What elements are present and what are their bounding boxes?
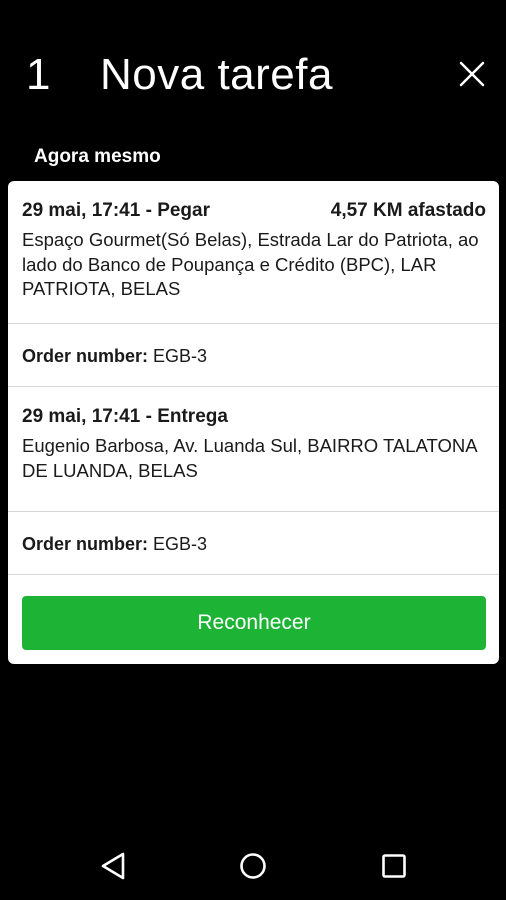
pickup-distance: 4,57 KM afastado	[330, 200, 486, 221]
order-number-label: Order number:	[22, 346, 149, 366]
order-number-value: EGB-3	[153, 534, 208, 554]
dropoff-section[interactable]: 29 mai, 17:41 - Entrega Eugenio Barbosa,…	[8, 387, 499, 512]
time-subtitle: Agora mesmo	[34, 146, 161, 167]
dropoff-order-row: Order number: EGB-3	[8, 512, 499, 575]
recent-apps-square-icon[interactable]	[374, 848, 414, 884]
dropoff-time: 29 mai, 17:41 - Entrega	[22, 406, 228, 427]
task-count: 1	[26, 50, 51, 99]
dropoff-header: 29 mai, 17:41 - Entrega	[22, 405, 486, 429]
task-header: 1 Nova tarefa	[0, 0, 506, 140]
pickup-time: 29 mai, 17:41 - Pegar	[22, 200, 210, 221]
close-icon[interactable]	[458, 60, 486, 88]
pickup-header: 29 mai, 17:41 - Pegar 4,57 KM afastado	[22, 199, 486, 223]
back-triangle-icon[interactable]	[94, 848, 134, 884]
order-number-label: Order number:	[22, 534, 149, 554]
order-number-value: EGB-3	[153, 346, 208, 366]
pickup-address: Espaço Gourmet(Só Belas), Estrada Lar do…	[22, 229, 479, 299]
dropoff-address: Eugenio Barbosa, Av. Luanda Sul, BAIRRO …	[22, 435, 477, 481]
pickup-order-row: Order number: EGB-3	[8, 324, 499, 387]
system-navigation-bar	[0, 828, 506, 900]
page-title: Nova tarefa	[100, 50, 333, 99]
task-card: 29 mai, 17:41 - Pegar 4,57 KM afastado E…	[8, 181, 499, 664]
pickup-section[interactable]: 29 mai, 17:41 - Pegar 4,57 KM afastado E…	[8, 181, 499, 324]
home-circle-icon[interactable]	[233, 848, 273, 884]
acknowledge-button[interactable]: Reconhecer	[22, 596, 486, 650]
